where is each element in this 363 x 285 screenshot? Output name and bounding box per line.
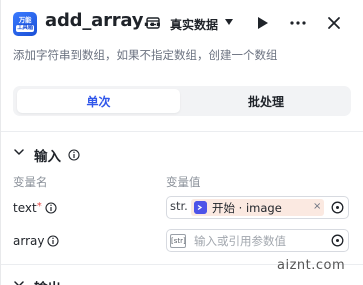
run-mode-tabs: 单次 批处理 xyxy=(13,86,351,116)
tab-single[interactable]: 单次 xyxy=(17,89,180,113)
start-node-icon xyxy=(194,201,207,214)
more-icon[interactable] xyxy=(289,17,307,29)
variable-name-text: text* xyxy=(13,201,42,215)
column-header-name: 变量名 xyxy=(13,175,48,189)
output-section-title[interactable]: 输出 xyxy=(34,277,61,285)
column-header-value: 变量值 xyxy=(166,175,201,189)
variable-reference-icon[interactable] xyxy=(331,201,344,214)
node-description: 添加字符串到数组，如果不指定数组，创建一个数组 xyxy=(13,48,278,62)
reference-chip[interactable]: 开始 · image × xyxy=(191,199,324,216)
info-icon[interactable] xyxy=(47,235,59,247)
node-title[interactable]: add_array… xyxy=(45,10,161,31)
chevron-down-icon[interactable] xyxy=(14,280,24,285)
required-mark: * xyxy=(36,201,42,212)
input-section-title[interactable]: 输入 xyxy=(34,145,61,165)
clear-icon[interactable]: × xyxy=(313,201,321,212)
panel-header: 万能 工具箱 add_array… 真实数据 xyxy=(1,0,363,46)
close-icon[interactable] xyxy=(326,15,342,31)
chevron-down-icon[interactable] xyxy=(14,148,24,156)
test-data-icon[interactable] xyxy=(146,16,160,30)
chevron-down-icon[interactable] xyxy=(225,19,233,25)
node-config-panel: 万能 工具箱 add_array… 真实数据 添加字符串到数组，如果不指定数组，… xyxy=(0,0,363,285)
data-mode-select[interactable]: 真实数据 xyxy=(170,16,218,33)
array-input-placeholder[interactable]: 输入或引用参数值 xyxy=(194,233,286,249)
run-icon[interactable] xyxy=(257,16,269,30)
array-type-badge: [str] xyxy=(170,234,186,248)
watermark: aiznt.com xyxy=(277,258,346,273)
reference-label: 开始 · image xyxy=(212,201,282,215)
section-divider xyxy=(1,131,363,132)
info-icon[interactable] xyxy=(45,202,57,214)
text-value-field[interactable]: str. 开始 · image × xyxy=(166,196,349,219)
array-value-field[interactable]: [str] 输入或引用参数值 xyxy=(166,229,349,252)
tab-batch[interactable]: 批处理 xyxy=(185,89,347,113)
variable-name-array: array xyxy=(13,234,45,248)
info-icon[interactable] xyxy=(68,149,80,161)
type-tag: str. xyxy=(170,199,188,213)
plugin-logo: 万能 工具箱 xyxy=(13,12,37,36)
variable-reference-icon[interactable] xyxy=(331,234,344,247)
